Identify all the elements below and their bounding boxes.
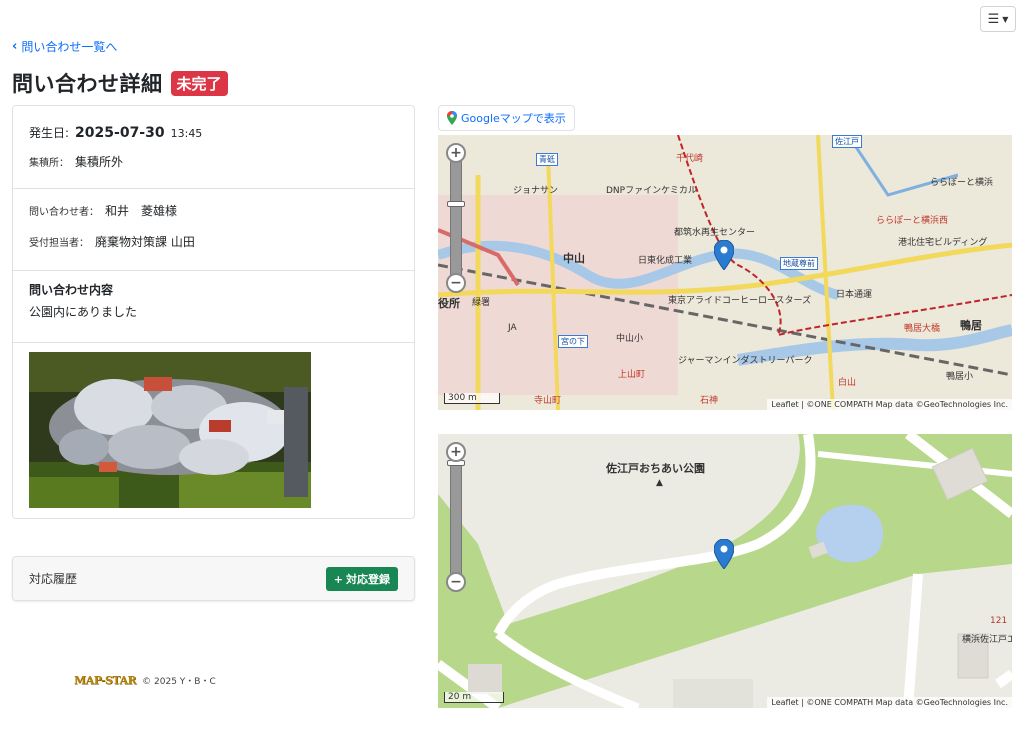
map-label-jizoson: 地蔵尊前 [780, 257, 818, 270]
handler-label: 受付担当者： [29, 238, 89, 249]
map-label-miyanoshita: 宮の下 [558, 335, 588, 348]
map-label-route-121: 121 [990, 616, 1008, 626]
map-label-nakayama-school: 中山小 [616, 334, 644, 344]
time-value: 13:45 [170, 127, 203, 140]
place-label: 集積所： [29, 158, 69, 169]
map-label-kamoi-bridge: 鴨居大橋 [904, 324, 941, 334]
map-label-nittsu: 日本通運 [836, 290, 873, 300]
zoom-out-button[interactable]: − [446, 273, 466, 293]
footer: MAP-STAR © 2025 Y・B・C [74, 674, 216, 687]
google-maps-link[interactable]: Googleマップで表示 [438, 105, 575, 131]
person-section: 問い合わせ者： 和井 菱雄様 受付担当者： 廃棄物対策課 山田 [13, 189, 414, 271]
detail-card: 発生日: 2025-07-30 13:45 集積所： 集積所外 問い合わせ者： … [12, 105, 415, 519]
map-label-lalaport-west: ららぽーと横浜西 [876, 216, 949, 226]
content-title: 問い合わせ内容 [29, 283, 114, 297]
google-maps-label: Googleマップで表示 [461, 112, 566, 125]
zoom-slider-track[interactable] [450, 155, 462, 281]
detail-map-background [438, 434, 1012, 708]
footer-logo: MAP-STAR [74, 674, 137, 687]
map-label-kohoku: 港北住宅ビルディング [898, 238, 988, 248]
date-value: 2025-07-30 [75, 125, 165, 141]
add-response-label: 対応登録 [346, 573, 390, 586]
status-badge: 未完了 [170, 70, 228, 96]
tree-icon: ▲ [656, 478, 663, 488]
map-label-terayama: 寺山町 [534, 396, 562, 406]
scale-bar: 20 m [444, 692, 504, 703]
map-label-tokyo-allied: 東京アライドコーヒーロースターズ [668, 296, 812, 306]
zoom-control[interactable]: + − [446, 143, 468, 293]
back-link-label: 問い合わせ一覧へ [21, 40, 118, 54]
add-response-button[interactable]: + 対応登録 [325, 567, 398, 591]
hamburger-icon: ☰ [987, 11, 1000, 27]
back-to-list-link[interactable]: ‹ 問い合わせ一覧へ [12, 38, 117, 55]
location-pin-icon[interactable] [714, 539, 734, 569]
date-section: 発生日: 2025-07-30 13:45 集積所： 集積所外 [13, 106, 414, 189]
map-label-hakusan: 白山 [838, 378, 857, 388]
location-pin-icon[interactable] [714, 240, 734, 270]
map-label-german-park: ジャーマンインダストリーパーク [678, 356, 813, 366]
map-label-nakayama: 中山 [563, 252, 585, 265]
menu-button[interactable]: ☰ ▼ [980, 6, 1016, 32]
caret-down-icon: ▼ [1002, 14, 1009, 24]
map-label-kamiyama: 上山町 [618, 370, 646, 380]
footer-copyright: © 2025 Y・B・C [142, 677, 216, 687]
place-value: 集積所外 [75, 155, 124, 169]
map-label-yakusho: 役所 [438, 297, 460, 310]
area-map-background [438, 135, 1012, 410]
map-label-kamoi-school: 鴨居小 [946, 372, 974, 382]
inquirer-label: 問い合わせ者： [29, 207, 99, 218]
detail-map[interactable]: 佐江戸おちあい公園 ▲ 121 横浜佐江戸エ + − 20 m Leaflet … [438, 434, 1012, 708]
content-text: 公園内にありました [29, 305, 138, 319]
handler-value: 廃棄物対策課 山田 [95, 235, 195, 249]
inquirer-value: 和井 菱雄様 [105, 204, 178, 218]
page-header: 問い合わせ詳細 未完了 [12, 68, 228, 98]
map-label-jonathan: ジョナサン [513, 186, 559, 196]
map-label-ja: JA [508, 323, 517, 333]
zoom-slider-thumb[interactable] [447, 201, 465, 207]
zoom-out-button[interactable]: − [446, 572, 466, 592]
map-label-lalaport: ららぽーと横浜 [930, 178, 994, 188]
map-label-midori: 緑署 [472, 298, 491, 308]
map-label-tsuzuki: 都筑水再生センター [674, 228, 756, 238]
date-label: 発生日: [29, 126, 70, 140]
content-section: 問い合わせ内容 公園内にありました [13, 271, 414, 343]
map-attribution[interactable]: Leaflet | ©ONE COMPATH Map data ©GeoTech… [767, 399, 1012, 410]
area-map[interactable]: 中山 日東化成工業 東京アライドコーヒーロースターズ ジャーマンインダストリーパ… [438, 135, 1012, 410]
page-title: 問い合わせ詳細 [12, 72, 163, 96]
garbage-photo[interactable] [29, 352, 311, 508]
map-label-chiyosaki: 千代崎 [676, 154, 704, 164]
map-label-saedo: 佐江戸 [832, 135, 862, 148]
map-label-ishigami: 石神 [700, 396, 719, 406]
history-panel: 対応履歴 + 対応登録 [12, 556, 415, 601]
plus-icon: + [333, 572, 343, 586]
park-name-label: 佐江戸おちあい公園 [606, 462, 705, 475]
map-attribution[interactable]: Leaflet | ©ONE COMPATH Map data ©GeoTech… [767, 697, 1012, 708]
history-title: 対応履歴 [29, 572, 78, 586]
zoom-in-button[interactable]: + [446, 143, 466, 163]
zoom-in-button[interactable]: + [446, 442, 466, 462]
map-label-nitto: 日東化成工業 [638, 256, 693, 266]
map-label-kamoi: 鴨居 [960, 319, 982, 332]
map-label-yokohama-saedo: 横浜佐江戸エ [962, 635, 1012, 645]
scale-bar: 300 m [444, 393, 500, 404]
zoom-slider-track[interactable] [450, 454, 462, 580]
google-maps-icon [447, 111, 457, 125]
chevron-left-icon: ‹ [12, 39, 18, 54]
map-label-aoto: 青砥 [536, 153, 558, 166]
zoom-control[interactable]: + − [446, 442, 468, 592]
map-label-dnp: DNPファインケミカル [606, 186, 697, 196]
